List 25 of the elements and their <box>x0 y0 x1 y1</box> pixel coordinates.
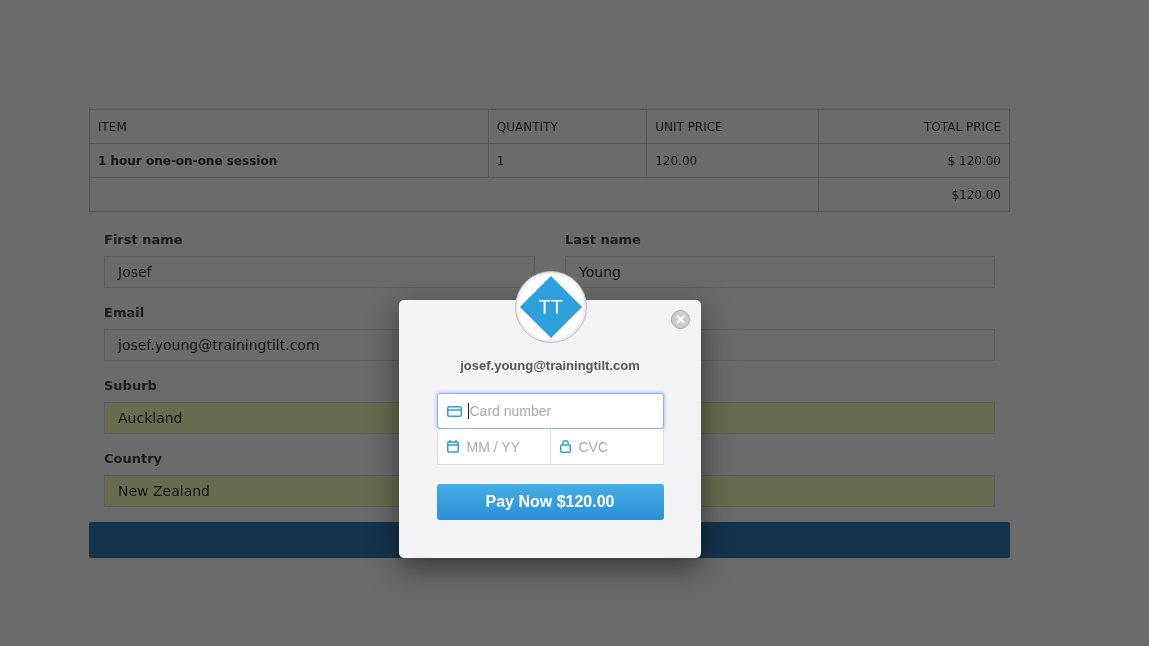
field-label: Last name <box>565 232 641 249</box>
field-label: Country <box>104 451 163 468</box>
total-cell: $120.00 <box>818 177 1010 212</box>
lock-icon <box>559 440 571 453</box>
credit-card-icon <box>446 405 462 417</box>
field-label: First name <box>104 232 183 249</box>
field-label: Suburb <box>104 378 157 395</box>
expiry-field[interactable]: MM / YY <box>436 429 551 465</box>
close-icon <box>676 315 685 324</box>
card-number-field[interactable]: Card number <box>436 393 664 429</box>
calendar-icon <box>446 440 459 453</box>
table-cell: 120.00 <box>646 143 819 178</box>
pay-button[interactable]: Pay Now $120.00 <box>436 484 664 520</box>
column-header: ITEM <box>89 109 489 144</box>
table-cell: $ 120.00 <box>818 143 1010 178</box>
table-cell: 1 <box>488 143 647 178</box>
email-text: josef.young@trainingtilt.com <box>460 358 640 373</box>
table-cell: 1 hour one-on-one session <box>89 143 489 178</box>
column-header: TOTAL PRICE <box>818 109 1010 144</box>
input-field[interactable]: Young <box>565 256 995 288</box>
field-label: Email <box>104 305 145 322</box>
column-header: UNIT PRICE <box>646 109 819 144</box>
input-field[interactable]: Josef <box>104 256 535 288</box>
column-header: QUANTITY <box>488 109 647 144</box>
cvc-field[interactable]: CVC <box>550 429 664 465</box>
